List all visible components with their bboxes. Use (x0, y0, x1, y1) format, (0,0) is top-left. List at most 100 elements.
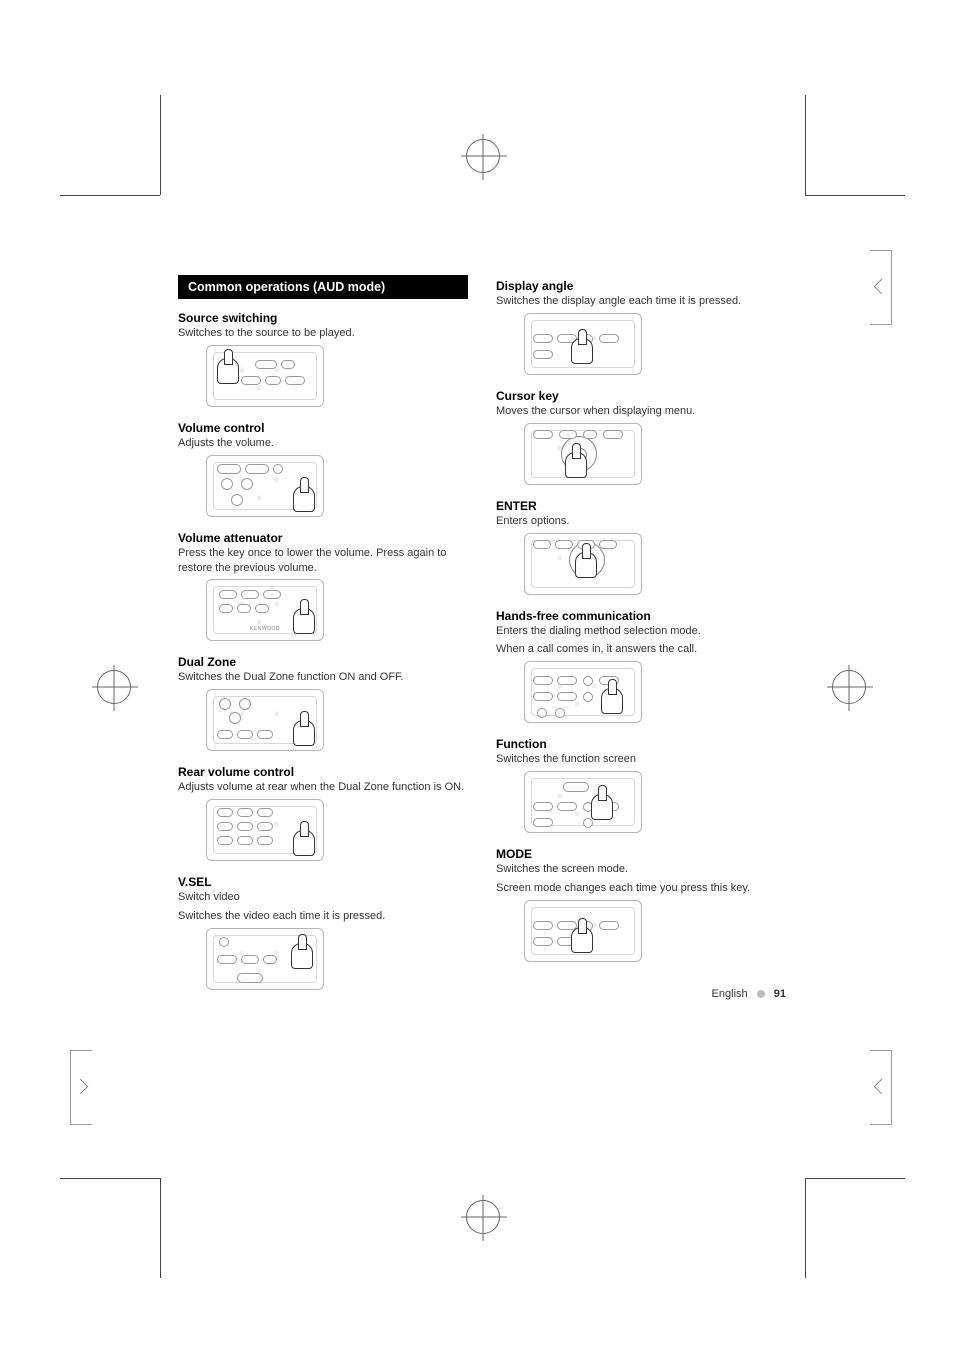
remote-button-icon (217, 955, 237, 964)
pointing-hand-icon (293, 720, 315, 746)
heading-source-switching: Source switching (178, 311, 468, 325)
remote-diagram (524, 533, 642, 595)
remote-button-icon (533, 921, 553, 930)
remote-button-icon (245, 464, 269, 474)
desc-hands-free-1: Enters the dialing method selection mode… (496, 624, 786, 639)
remote-button-icon (273, 464, 283, 474)
desc-mode-1: Switches the screen mode. (496, 862, 786, 877)
remote-button-icon (533, 802, 553, 811)
crop-mark (160, 1178, 161, 1278)
remote-button-icon (533, 818, 553, 827)
remote-button-icon (217, 836, 233, 845)
remote-button-icon (603, 430, 623, 439)
remote-diagram (524, 661, 642, 723)
fold-tab-left-icon (70, 1050, 92, 1125)
remote-button-icon (599, 921, 619, 930)
remote-button-icon (599, 540, 617, 549)
desc-vsel: Switches the video each time it is press… (178, 909, 468, 924)
heading-rear-volume: Rear volume control (178, 765, 468, 779)
page-footer: English 91 (712, 988, 786, 1000)
remote-button-icon (555, 708, 565, 718)
registration-mark-icon (832, 670, 866, 704)
crop-mark (160, 95, 161, 195)
remote-button-icon (217, 822, 233, 831)
crop-mark (60, 195, 160, 196)
fold-tab-right-icon (870, 1050, 892, 1125)
pointing-hand-icon (571, 338, 593, 364)
pointing-hand-icon (565, 452, 587, 478)
remote-button-icon (257, 836, 273, 845)
remote-diagram: KENWOOD (206, 579, 324, 641)
remote-button-icon (241, 376, 261, 385)
remote-diagram (206, 345, 324, 407)
remote-button-icon (217, 464, 241, 474)
subdesc-vsel: Switch video (178, 890, 468, 905)
remote-button-icon (241, 955, 259, 964)
footer-language: English (712, 988, 748, 1000)
remote-diagram (206, 928, 324, 990)
desc-source-switching: Switches to the source to be played. (178, 326, 468, 341)
remote-button-icon (241, 590, 259, 599)
remote-button-icon (557, 802, 577, 811)
remote-button-icon (231, 494, 243, 506)
pointing-hand-icon (293, 830, 315, 856)
crop-mark (805, 1178, 905, 1179)
remote-button-icon (219, 604, 233, 613)
remote-button-icon (237, 973, 263, 983)
remote-diagram (206, 799, 324, 861)
remote-button-icon (219, 590, 237, 599)
desc-rear-volume: Adjusts volume at rear when the Dual Zon… (178, 780, 468, 795)
crop-mark (60, 1178, 160, 1179)
remote-button-icon (263, 590, 281, 599)
registration-mark-icon (466, 1200, 500, 1234)
remote-button-icon (533, 334, 553, 343)
remote-button-icon (583, 430, 597, 439)
remote-button-icon (255, 360, 277, 369)
desc-hands-free-2: When a call comes in, it answers the cal… (496, 642, 786, 657)
desc-dual-zone: Switches the Dual Zone function ON and O… (178, 670, 468, 685)
heading-hands-free: Hands-free communication (496, 609, 786, 623)
remote-button-icon (583, 818, 593, 828)
heading-volume-control: Volume control (178, 421, 468, 435)
remote-button-icon (563, 782, 589, 792)
remote-diagram (524, 900, 642, 962)
remote-button-icon (533, 350, 553, 359)
remote-diagram (524, 313, 642, 375)
remote-button-icon (537, 708, 547, 718)
remote-button-icon (257, 730, 273, 739)
pointing-hand-icon (571, 927, 593, 953)
remote-button-icon (559, 430, 577, 439)
desc-volume-attenuator: Press the key once to lower the volume. … (178, 546, 468, 576)
remote-button-icon (599, 334, 619, 343)
heading-vsel: V.SEL (178, 875, 468, 889)
pointing-hand-icon (291, 943, 313, 969)
pointing-hand-icon (601, 688, 623, 714)
remote-button-icon (281, 360, 295, 369)
desc-display-angle: Switches the display angle each time it … (496, 294, 786, 309)
remote-button-icon (583, 692, 593, 702)
page-content: Common operations (AUD mode) Source swit… (178, 275, 786, 992)
right-column: Display angle Switches the display angle… (496, 275, 786, 992)
remote-diagram (524, 771, 642, 833)
remote-button-icon (217, 730, 233, 739)
pointing-hand-icon (575, 552, 597, 578)
crop-mark (805, 95, 806, 195)
remote-button-icon (557, 676, 577, 685)
remote-diagram (206, 689, 324, 751)
remote-button-icon (265, 376, 281, 385)
remote-diagram (206, 455, 324, 517)
remote-button-icon (239, 698, 251, 710)
desc-cursor-key: Moves the cursor when displaying menu. (496, 404, 786, 419)
remote-button-icon (533, 676, 553, 685)
desc-enter: Enters options. (496, 514, 786, 529)
desc-mode-2: Screen mode changes each time you press … (496, 881, 786, 896)
registration-mark-icon (97, 670, 131, 704)
pointing-hand-icon (293, 608, 315, 634)
heading-display-angle: Display angle (496, 279, 786, 293)
remote-button-icon (533, 692, 553, 701)
remote-button-icon (237, 808, 253, 817)
remote-button-icon (237, 730, 253, 739)
footer-page-number: 91 (774, 988, 786, 1000)
remote-button-icon (533, 430, 553, 439)
remote-button-icon (257, 822, 273, 831)
